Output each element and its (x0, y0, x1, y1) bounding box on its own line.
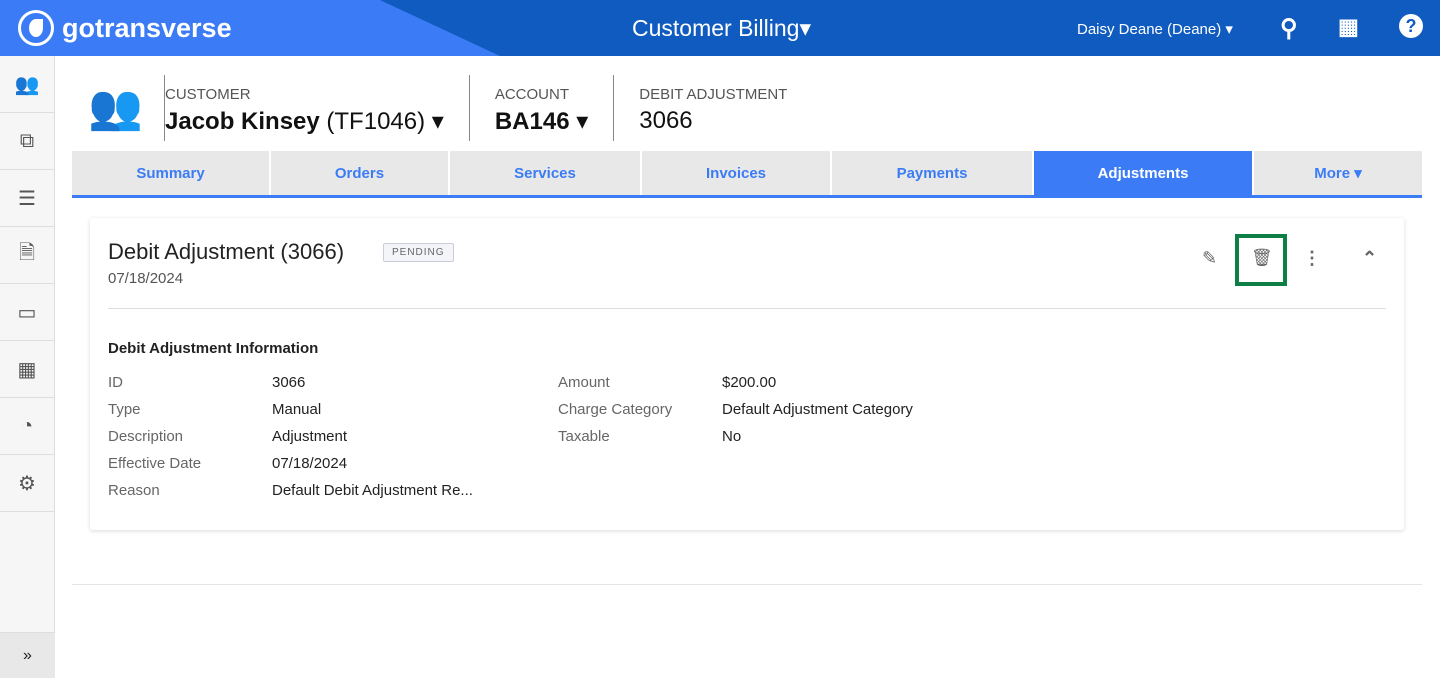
status-badge: PENDING (383, 243, 454, 262)
user-menu[interactable]: Daisy Deane (Deane) ▾ (1077, 20, 1233, 38)
card-title: Debit Adjustment (3066) (108, 239, 345, 264)
logo[interactable]: gotransverse (18, 10, 232, 46)
logo-icon (18, 10, 54, 46)
customer-selector[interactable]: Jacob Kinsey (TF1046) ▾ (165, 107, 444, 136)
field-label: Amount (558, 374, 610, 391)
field-label: Effective Date (108, 455, 202, 472)
sidebar-calculator-icon[interactable]: ▦ (0, 341, 54, 398)
entity-header: 👥 CUSTOMER Jacob Kinsey (TF1046) ▾ ACCOU… (88, 75, 812, 141)
field-label: ID (108, 374, 123, 391)
edit-icon[interactable]: ✎ (1202, 248, 1217, 269)
search-icon[interactable]: ⚲ (1280, 14, 1298, 43)
account-selector[interactable]: BA146 ▾ (495, 107, 588, 136)
field-value: 07/18/2024 (272, 455, 348, 472)
customer-icon: 👥 (88, 83, 143, 132)
sidebar-documents-icon[interactable]: ⧉ (0, 113, 54, 170)
tab-more[interactable]: More ▾ (1254, 151, 1422, 195)
field-label: Reason (108, 482, 160, 499)
expand-sidebar-button[interactable]: » (0, 632, 55, 678)
field-label: Taxable (558, 428, 610, 445)
sidebar: 👥 ⧉ ☰ 🗎 ▭ ▦ ◔ ⚙ » (0, 56, 55, 678)
more-vertical-icon[interactable]: ⋮ (1303, 248, 1321, 269)
tab-summary[interactable]: Summary (72, 151, 271, 195)
field-label: Type (108, 401, 141, 418)
field-value: Default Adjustment Category (722, 401, 913, 418)
delete-trash-icon[interactable]: 🗑 (1251, 248, 1273, 268)
tab-adjustments[interactable]: Adjustments (1034, 151, 1254, 195)
tab-payments[interactable]: Payments (832, 151, 1034, 195)
sidebar-dashboard-icon[interactable]: ◔ (0, 398, 54, 455)
app-switcher[interactable]: Customer Billing▾ (632, 15, 811, 42)
collapse-chevron-up-icon[interactable]: ⌃ (1362, 248, 1377, 269)
tabs: Summary Orders Services Invoices Payment… (72, 151, 1422, 198)
field-value: 3066 (272, 374, 306, 391)
field-label: Charge Category (558, 401, 673, 418)
adjustment-card: Debit Adjustment (3066) PENDING 07/18/20… (90, 218, 1404, 530)
field-value: Default Debit Adjustment Re... (272, 482, 473, 499)
tab-invoices[interactable]: Invoices (642, 151, 832, 195)
top-bar: gotransverse Customer Billing▾ Daisy Dea… (0, 0, 1440, 56)
tab-orders[interactable]: Orders (271, 151, 450, 195)
sidebar-credit-card-icon[interactable]: ▭ (0, 284, 54, 341)
sidebar-file-icon[interactable]: 🗎 (0, 227, 54, 284)
apps-grid-icon[interactable]: ▦ (1338, 14, 1359, 40)
field-label: Description (108, 428, 184, 445)
sidebar-customers-icon[interactable]: 👥 (0, 56, 54, 113)
field-value: $200.00 (722, 374, 777, 391)
help-icon[interactable]: ? (1399, 14, 1423, 38)
tab-services[interactable]: Services (450, 151, 642, 195)
sidebar-servers-icon[interactable]: ☰ (0, 170, 54, 227)
field-value: Adjustment (272, 428, 348, 445)
sidebar-gear-icon[interactable]: ⚙ (0, 455, 54, 512)
field-value: Manual (272, 401, 322, 418)
field-value: No (722, 428, 742, 445)
